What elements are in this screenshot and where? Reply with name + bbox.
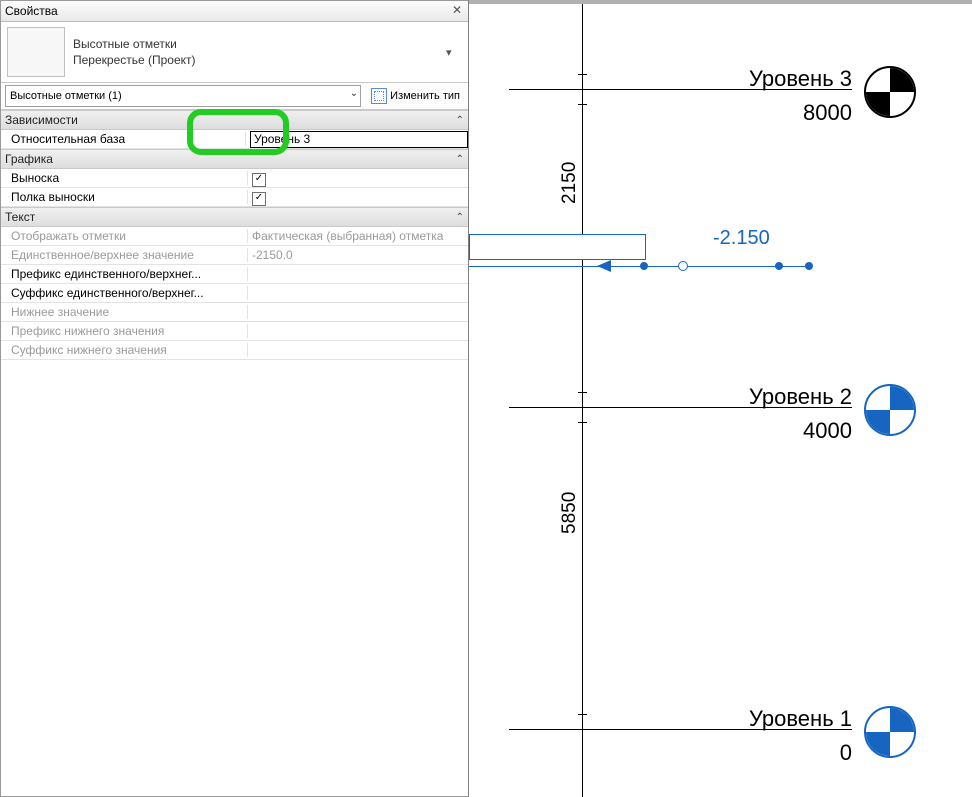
dimension-witness-line — [582, 4, 583, 797]
chevron-down-icon[interactable]: ⌄ — [350, 88, 358, 99]
group-label: Графика — [5, 152, 53, 166]
prop-name: Префикс нижнего значения — [1, 324, 248, 338]
prop-value-cell[interactable]: ✓ — [248, 170, 468, 187]
instance-filter-row: Высотные отметки (1) ⌄ Изменить тип — [1, 83, 468, 110]
prop-name: Нижнее значение — [1, 305, 248, 319]
type-selector-labels: Высотные отметки Перекрестье (Проект) — [73, 37, 446, 67]
prop-row-leader-shoulder[interactable]: Полка выноски ✓ — [1, 188, 468, 207]
prop-name: Полка выноски — [1, 190, 248, 204]
close-icon[interactable]: ✕ — [450, 4, 464, 18]
collapse-icon[interactable]: ⌃ — [456, 154, 464, 165]
spot-elevation-value[interactable]: -2.150 — [713, 227, 770, 250]
level-elevation: 4000 — [803, 418, 852, 444]
prop-row-single-upper-prefix[interactable]: Префикс единственного/верхнег... — [1, 265, 468, 284]
prop-row-single-upper-value: Единственное/верхнее значение -2150.0 — [1, 246, 468, 265]
leader-checkbox[interactable]: ✓ — [252, 173, 266, 187]
level-head-icon[interactable] — [864, 384, 916, 436]
instance-filter-label: Высотные отметки (1) — [10, 90, 122, 102]
palette-titlebar[interactable]: Свойства ✕ — [1, 1, 468, 22]
spot-elevation-box[interactable] — [469, 234, 646, 260]
prop-name: Единственное/верхнее значение — [1, 248, 248, 262]
dimension-value-lower[interactable]: 5850 — [559, 492, 581, 534]
prop-name: Относительная база — [1, 132, 246, 146]
group-label: Текст — [5, 210, 35, 224]
group-header-graphics[interactable]: Графика ⌃ — [1, 149, 468, 169]
edit-type-button[interactable]: Изменить тип — [367, 86, 464, 106]
chevron-down-icon[interactable]: ▾ — [446, 46, 462, 59]
prop-name: Суффикс нижнего значения — [1, 343, 248, 357]
level-name: Уровень 2 — [749, 384, 852, 410]
level-head-icon[interactable] — [864, 66, 916, 118]
palette-title: Свойства — [5, 1, 450, 21]
prop-value-cell[interactable]: Уровень 3 — [246, 131, 468, 148]
collapse-icon[interactable]: ⌃ — [456, 115, 464, 126]
dimension-value-upper[interactable]: 2150 — [559, 162, 581, 204]
relative-base-field[interactable]: Уровень 3 — [250, 131, 468, 148]
spot-elevation-leader — [469, 266, 809, 267]
dim-tick — [578, 74, 587, 75]
level-elevation: 0 — [840, 740, 852, 766]
level-name: Уровень 1 — [749, 706, 852, 732]
prop-row-display-elevations: Отображать отметки Фактическая (выбранна… — [1, 227, 468, 246]
dim-tick — [578, 104, 587, 105]
prop-value-cell[interactable]: ✓ — [248, 189, 468, 206]
arrow-left-icon — [597, 260, 611, 272]
drag-grip[interactable] — [678, 261, 688, 271]
instance-filter-combo[interactable]: Высотные отметки (1) ⌄ — [5, 85, 361, 107]
relative-base-value: Уровень 3 — [254, 132, 310, 146]
group-label: Зависимости — [5, 113, 78, 127]
prop-row-relative-base[interactable]: Относительная база Уровень 3 — [1, 130, 468, 149]
dim-tick — [578, 714, 587, 715]
type-name-label: Перекрестье (Проект) — [73, 53, 446, 67]
leader-shoulder-checkbox[interactable]: ✓ — [252, 192, 266, 206]
prop-row-lower-prefix: Префикс нижнего значения — [1, 322, 468, 341]
drag-grip[interactable] — [640, 262, 648, 270]
group-header-text[interactable]: Текст ⌃ — [1, 207, 468, 227]
prop-name: Отображать отметки — [1, 229, 248, 243]
prop-row-leader[interactable]: Выноска ✓ — [1, 169, 468, 188]
prop-name: Префикс единственного/верхнег... — [1, 267, 248, 281]
level-name: Уровень 3 — [749, 66, 852, 92]
type-family-label: Высотные отметки — [73, 37, 446, 51]
edit-type-label: Изменить тип — [390, 90, 460, 102]
level-head-icon[interactable] — [864, 706, 916, 758]
prop-name: Выноска — [1, 171, 248, 185]
edit-type-icon — [371, 88, 387, 104]
drag-grip[interactable] — [775, 262, 783, 270]
group-header-dependencies[interactable]: Зависимости ⌃ — [1, 110, 468, 130]
properties-palette: Свойства ✕ Высотные отметки Перекрестье … — [0, 0, 469, 797]
dim-tick — [578, 422, 587, 423]
prop-value: -2150.0 — [248, 248, 468, 262]
drag-grip[interactable] — [805, 262, 813, 270]
type-selector[interactable]: Высотные отметки Перекрестье (Проект) ▾ — [1, 22, 468, 83]
type-preview-icon — [7, 27, 65, 77]
prop-row-single-upper-suffix[interactable]: Суффикс единственного/верхнег... — [1, 284, 468, 303]
prop-row-lower-value: Нижнее значение — [1, 303, 468, 322]
prop-name: Суффикс единственного/верхнег... — [1, 286, 248, 300]
prop-value: Фактическая (выбранная) отметка — [248, 229, 468, 243]
drawing-canvas[interactable]: Уровень 3 8000 Уровень 2 4000 Уровень 1 … — [469, 0, 972, 797]
level-elevation: 8000 — [803, 100, 852, 126]
prop-row-lower-suffix: Суффикс нижнего значения — [1, 341, 468, 360]
dim-tick — [578, 392, 587, 393]
collapse-icon[interactable]: ⌃ — [456, 212, 464, 223]
